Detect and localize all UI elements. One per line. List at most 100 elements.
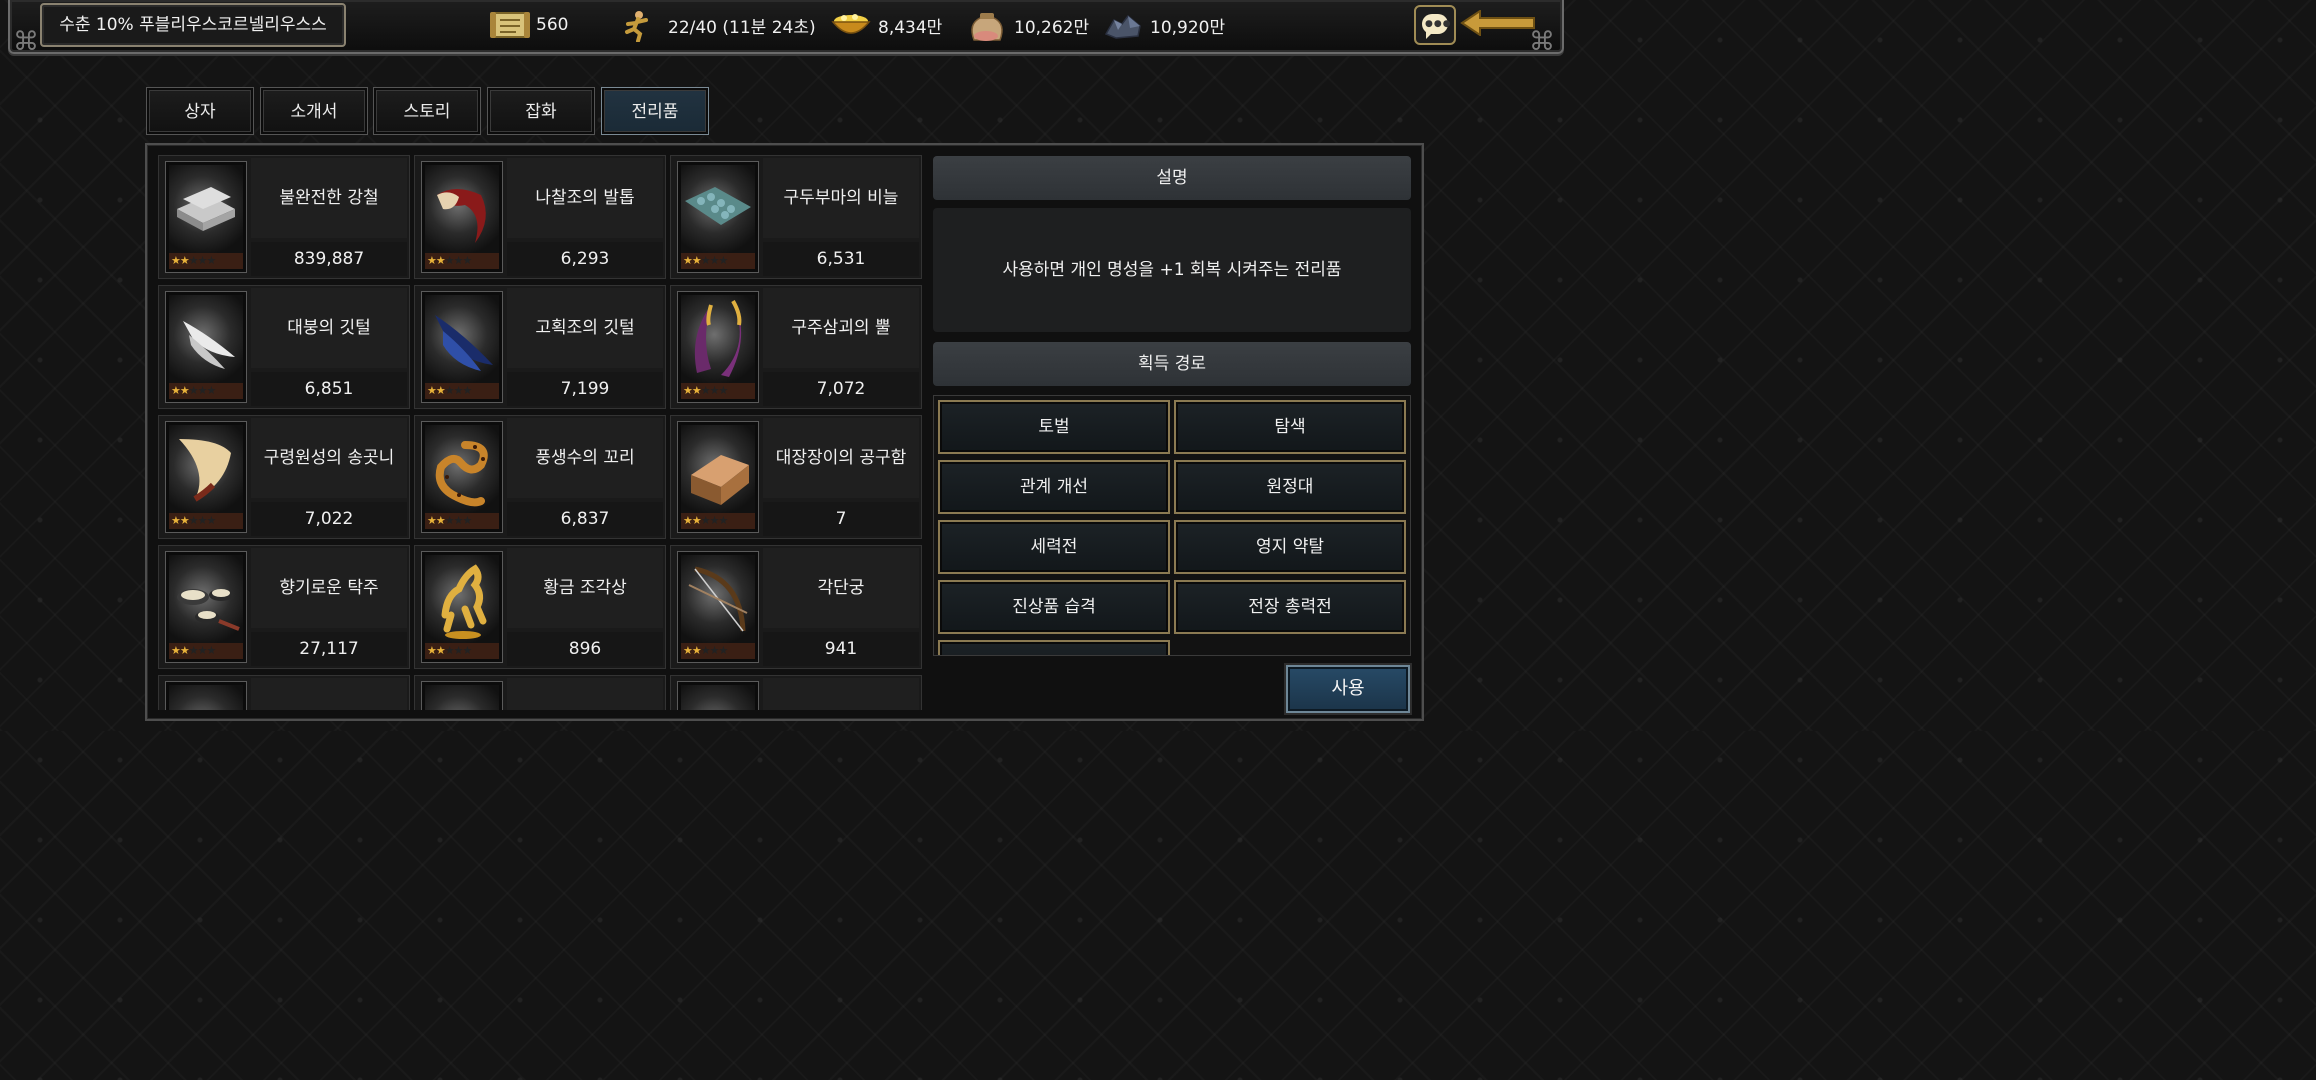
- item-name: 각단궁: [763, 548, 919, 628]
- star-rating: ★★★★★: [425, 253, 499, 269]
- star-rating: ★★★★★: [681, 253, 755, 269]
- item-thumbnail: ★★★★★: [421, 291, 503, 403]
- blue-feather-icon: [425, 295, 499, 383]
- food-count: 10,262만: [1014, 17, 1090, 38]
- item-cell[interactable]: ★★★★★ 구령원성의 송곳니 7,022: [158, 415, 410, 539]
- star-rating: ★★★★★: [169, 253, 243, 269]
- item-cell[interactable]: ★★★★★ 불완전한 강철 839,887: [158, 155, 410, 279]
- tab-introduction[interactable]: 소개서: [260, 87, 368, 135]
- item-count: 7,199: [507, 372, 663, 406]
- status-text-box[interactable]: 수춘 10% 푸블리우스코르넬리우스스: [40, 3, 346, 47]
- star-rating: ★★★★★: [169, 513, 243, 529]
- star-rating: ★★★★★: [681, 383, 755, 399]
- star-rating: ★★★★★: [425, 643, 499, 659]
- claw-icon: [425, 165, 499, 253]
- gold-basket-icon: [830, 10, 871, 40]
- scroll-icon: [488, 10, 530, 40]
- item-grid[interactable]: ★★★★★ 불완전한 강철 839,887 ★★★★★ 나찰조의 발톱 6,29…: [158, 155, 922, 710]
- item-thumbnail: ★★★★★: [165, 421, 247, 533]
- item-cell[interactable]: [670, 675, 922, 710]
- star-rating: ★★★★★: [425, 383, 499, 399]
- item-name: 대붕의 깃털: [251, 288, 407, 368]
- use-button[interactable]: 사용: [1286, 665, 1410, 713]
- tab-box[interactable]: 상자: [146, 87, 254, 135]
- item-name: 향기로운 탁주: [251, 548, 407, 628]
- tab-misc[interactable]: 잡화: [487, 87, 595, 135]
- star-rating: ★★★★★: [681, 513, 755, 529]
- item-cell[interactable]: ★★★★★ 향기로운 탁주 27,117: [158, 545, 410, 669]
- stamina-resource: 22/40 (11분 24초): [622, 8, 816, 43]
- item-name: 구두부마의 비늘: [763, 158, 919, 238]
- horn-icon: [681, 295, 755, 383]
- item-cell[interactable]: ★★★★★ 황금 조각상 896: [414, 545, 666, 669]
- food-sack-icon: [966, 10, 1006, 41]
- tab-trophies[interactable]: 전리품: [601, 87, 709, 135]
- star-rating: ★★★★★: [425, 513, 499, 529]
- scale-icon: [681, 165, 755, 253]
- item-thumbnail: ★★★★★: [165, 551, 247, 663]
- item-name: 불완전한 강철: [251, 158, 407, 238]
- item-name: 황금 조각상: [507, 548, 663, 628]
- item-image: [681, 685, 755, 710]
- back-arrow-icon[interactable]: [1460, 10, 1536, 36]
- source-button-territory-raid[interactable]: 영지 약탈: [1174, 520, 1406, 574]
- scroll-resource: 560: [488, 8, 568, 42]
- stamina-count: 22/40 (11분 24초): [668, 17, 816, 38]
- item-count: 6,531: [763, 242, 919, 276]
- bow-icon: [681, 555, 755, 643]
- source-button-total-war[interactable]: 전장 총력전: [1174, 580, 1406, 634]
- item-thumbnail: ★★★★★: [421, 161, 503, 273]
- golden-horse-statue-icon: [425, 555, 499, 643]
- item-thumbnail: [165, 681, 247, 710]
- toolbox-icon: [681, 425, 755, 513]
- item-cell[interactable]: [158, 675, 410, 710]
- description-text: 사용하면 개인 명성을 +1 회복 시켜주는 전리품: [933, 208, 1411, 332]
- item-image: [169, 685, 243, 710]
- white-feather-icon: [169, 295, 243, 383]
- running-soldier-icon: [622, 10, 652, 43]
- item-name: 풍생수의 꼬리: [507, 418, 663, 498]
- description-header: 설명: [933, 156, 1411, 200]
- item-cell[interactable]: ★★★★★ 대붕의 깃털 6,851: [158, 285, 410, 409]
- acquisition-list[interactable]: 토벌 탐색 관계 개선 원정대 세력전 영지 약탈 진상품 습격 전장 총력전: [933, 395, 1411, 656]
- iron-count: 10,920만: [1150, 17, 1226, 38]
- chat-dots-icon: ●●●: [1425, 19, 1452, 29]
- item-cell[interactable]: ★★★★★ 나찰조의 발톱 6,293: [414, 155, 666, 279]
- source-button-tribute-raid[interactable]: 진상품 습격: [938, 580, 1170, 634]
- source-button-relationship[interactable]: 관계 개선: [938, 460, 1170, 514]
- item-cell[interactable]: [414, 675, 666, 710]
- item-cell[interactable]: ★★★★★ 고획조의 깃털 7,199: [414, 285, 666, 409]
- item-cell[interactable]: ★★★★★ 대장장이의 공구함 7: [670, 415, 922, 539]
- item-thumbnail: ★★★★★: [421, 551, 503, 663]
- item-cell[interactable]: ★★★★★ 구두부마의 비늘 6,531: [670, 155, 922, 279]
- item-thumbnail: [421, 681, 503, 710]
- item-name: 나찰조의 발톱: [507, 158, 663, 238]
- gold-count: 8,434만: [878, 17, 943, 38]
- item-thumbnail: ★★★★★: [165, 161, 247, 273]
- item-cell[interactable]: ★★★★★ 각단궁 941: [670, 545, 922, 669]
- star-rating: ★★★★★: [681, 643, 755, 659]
- tab-story[interactable]: 스토리: [373, 87, 481, 135]
- iron-resource: 10,920만: [1102, 8, 1225, 42]
- item-name: [251, 678, 407, 710]
- item-thumbnail: [677, 681, 759, 710]
- source-button-subjugation[interactable]: 토벌: [938, 400, 1170, 454]
- item-thumbnail: ★★★★★: [165, 291, 247, 403]
- item-cell[interactable]: ★★★★★ 풍생수의 꼬리 6,837: [414, 415, 666, 539]
- source-button-expedition[interactable]: 원정대: [1174, 460, 1406, 514]
- food-resource: 10,262만: [966, 8, 1089, 42]
- item-name: 구주삼괴의 뿔: [763, 288, 919, 368]
- source-button-exploration[interactable]: 탐색: [1174, 400, 1406, 454]
- item-thumbnail: ★★★★★: [677, 161, 759, 273]
- item-count: 6,293: [507, 242, 663, 276]
- item-thumbnail: ★★★★★: [677, 421, 759, 533]
- item-count: 7: [763, 502, 919, 536]
- chat-button[interactable]: ●●●: [1414, 5, 1456, 45]
- item-thumbnail: ★★★★★: [677, 291, 759, 403]
- rice-wine-icon: [169, 555, 243, 643]
- source-button-more[interactable]: [938, 640, 1170, 655]
- source-button-faction-war[interactable]: 세력전: [938, 520, 1170, 574]
- item-count: 896: [507, 632, 663, 666]
- item-count: 6,837: [507, 502, 663, 536]
- item-cell[interactable]: ★★★★★ 구주삼괴의 뿔 7,072: [670, 285, 922, 409]
